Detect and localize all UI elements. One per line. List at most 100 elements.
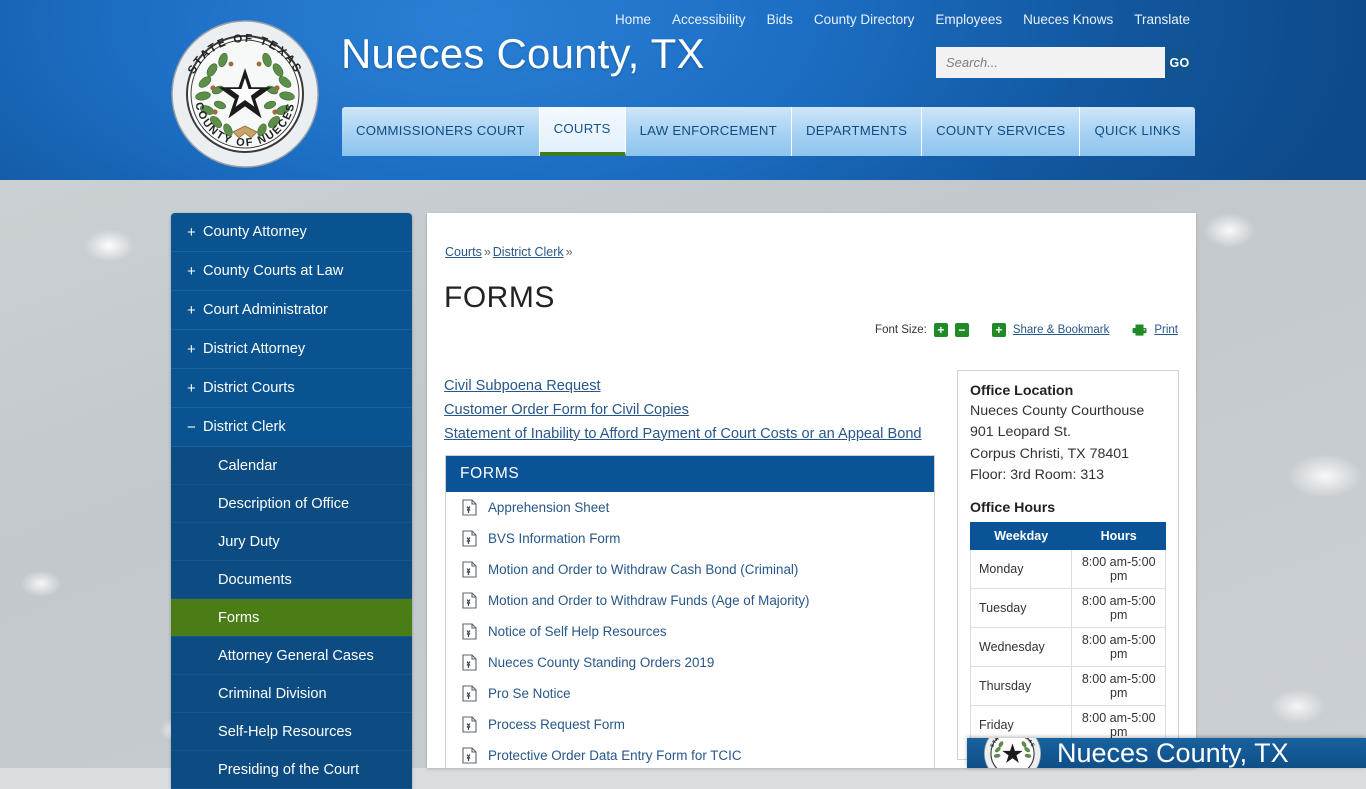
search-input[interactable]: [936, 47, 1165, 78]
sidebar-subitem-jury-duty[interactable]: Jury Duty: [171, 523, 412, 561]
sidebar-subitem-description-of-office[interactable]: Description of Office: [171, 485, 412, 523]
sidebar-subitem-self-help-resources[interactable]: Self-Help Resources: [171, 713, 412, 751]
sidebar-item-district-clerk[interactable]: − District Clerk: [171, 408, 412, 447]
sidebar-subitem-label: Jury Duty: [218, 533, 280, 550]
sidebar-subitem-attorney-general-cases[interactable]: Attorney General Cases: [171, 637, 412, 675]
form-item-label: Nueces County Standing Orders 2019: [488, 655, 715, 670]
sidebar-item-label: District Courts: [203, 380, 295, 396]
print-link[interactable]: Print: [1154, 324, 1178, 336]
office-location-line: Floor: 3rd Room: 313: [970, 466, 1105, 483]
form-item-label: Motion and Order to Withdraw Funds (Age …: [488, 593, 810, 608]
nav-tab-commissioners-court[interactable]: COMMISSIONERS COURT: [342, 107, 540, 156]
cell-weekday: Wednesday: [969, 627, 1073, 668]
sidebar-subitem-forms[interactable]: Forms: [171, 599, 412, 637]
breadcrumb-link-district-clerk[interactable]: District Clerk: [493, 245, 564, 259]
table-row: Thursday 8:00 am-5:00 pm: [969, 666, 1166, 707]
utility-nav-item-accessibility[interactable]: Accessibility: [672, 12, 746, 27]
main-navigation: COMMISSIONERS COURT COURTS LAW ENFORCEME…: [342, 107, 1195, 156]
sidebar-item-county-attorney[interactable]: + County Attorney: [171, 213, 412, 252]
office-location-line: Corpus Christi, TX 78401: [970, 445, 1130, 462]
pdf-icon: [462, 623, 477, 640]
nav-tab-quick-links[interactable]: QUICK LINKS: [1080, 107, 1195, 156]
search-area: GO: [936, 47, 1194, 78]
utility-nav-item-home[interactable]: Home: [615, 12, 651, 27]
form-list-item[interactable]: Motion and Order to Withdraw Funds (Age …: [446, 585, 934, 616]
nav-tab-law-enforcement[interactable]: LAW ENFORCEMENT: [625, 107, 792, 156]
sidebar-subitem-label: Criminal Division: [218, 685, 327, 702]
office-location-line: Nueces County Courthouse: [970, 403, 1145, 419]
doc-link-statement-of-inability[interactable]: Statement of Inability to Afford Payment…: [444, 424, 922, 446]
office-location-line: 901 Leopard St.: [970, 424, 1071, 441]
utility-nav-item-bids[interactable]: Bids: [767, 12, 793, 27]
sidebar-subitem-label: Documents: [218, 571, 292, 588]
pdf-icon: [462, 716, 477, 733]
form-item-label: Process Request Form: [488, 717, 625, 732]
sidebar-subitem-calendar[interactable]: Calendar: [171, 447, 412, 485]
forms-box: FORMS Apprehension Sheet BVS Information: [445, 455, 935, 768]
form-list-item[interactable]: Notice of Self Help Resources: [446, 616, 934, 647]
breadcrumb-link-courts[interactable]: Courts: [445, 245, 482, 259]
utility-nav-item-county-directory[interactable]: County Directory: [814, 12, 915, 27]
sidebar-item-district-attorney[interactable]: + District Attorney: [171, 330, 412, 369]
nav-tab-departments[interactable]: DEPARTMENTS: [791, 107, 923, 156]
form-list-item[interactable]: Motion and Order to Withdraw Cash Bond (…: [446, 554, 934, 585]
pdf-icon: [462, 561, 477, 578]
cell-hours: 8:00 am-5:00 pm: [1071, 588, 1166, 629]
sticky-site-header: STATE OF TEXAS Nueces County, TX: [967, 738, 1366, 768]
font-size-label: Font Size:: [875, 324, 927, 336]
nav-tab-county-services[interactable]: COUNTY SERVICES: [922, 107, 1081, 156]
office-location-card: Office Location Nueces County Courthouse…: [957, 370, 1179, 761]
cell-hours: 8:00 am-5:00 pm: [1071, 627, 1166, 668]
font-size-increase-icon[interactable]: +: [933, 323, 948, 337]
sidebar-subitem-label: Attorney General Cases: [218, 647, 374, 664]
utility-nav-item-nueces-knows[interactable]: Nueces Knows: [1023, 12, 1113, 27]
form-item-label: Protective Order Data Entry Form for TCI…: [488, 748, 742, 763]
sidebar-subitem-label: Presiding of the Court: [218, 761, 360, 778]
plus-icon: +: [187, 262, 196, 280]
sidebar-item-county-courts-at-law[interactable]: + County Courts at Law: [171, 252, 412, 291]
sidebar-subitem-presiding-of-the-court[interactable]: Presiding of the Court: [171, 751, 412, 789]
sidebar-item-district-courts[interactable]: + District Courts: [171, 369, 412, 408]
sidebar-subitem-criminal-division[interactable]: Criminal Division: [171, 675, 412, 713]
share-plus-icon[interactable]: +: [991, 323, 1006, 337]
sidebar-item-label: District Attorney: [203, 341, 306, 357]
form-list-item[interactable]: Pro Se Notice: [446, 678, 934, 709]
sidebar-item-label: District Clerk: [203, 419, 286, 435]
sidebar-navigation: + County Attorney + County Courts at Law…: [171, 213, 412, 789]
column-header-weekday: Weekday: [969, 522, 1073, 551]
site-header: STATE OF TEXAS COUNTY OF NUECES Nueces C…: [0, 0, 1366, 180]
form-list-item[interactable]: Apprehension Sheet: [446, 492, 934, 523]
utility-nav-item-employees[interactable]: Employees: [935, 12, 1002, 27]
forms-box-title: FORMS: [446, 456, 934, 492]
share-and-bookmark-link[interactable]: Share & Bookmark: [1013, 324, 1110, 336]
pdf-icon: [462, 747, 477, 764]
form-item-label: BVS Information Form: [488, 531, 621, 546]
page-tools: Font Size: + − + Share & Bookmark Print: [875, 323, 1178, 337]
breadcrumb-separator: »: [483, 245, 491, 259]
pdf-icon: [462, 654, 477, 671]
site-title: Nueces County, TX: [341, 30, 705, 77]
nav-tab-courts[interactable]: COURTS: [539, 107, 626, 156]
form-list-item[interactable]: Protective Order Data Entry Form for TCI…: [446, 740, 934, 768]
sidebar-item-court-administrator[interactable]: + Court Administrator: [171, 291, 412, 330]
cell-weekday: Monday: [969, 549, 1073, 590]
sidebar-subitem-label: Description of Office: [218, 495, 350, 512]
search-go-button[interactable]: GO: [1165, 47, 1194, 78]
doc-link-civil-subpoena-request[interactable]: Civil Subpoena Request: [444, 376, 922, 398]
pdf-icon: [462, 499, 477, 516]
info-column: Office Location Nueces County Courthouse…: [957, 370, 1179, 768]
cell-weekday: Thursday: [969, 666, 1073, 707]
font-size-decrease-icon[interactable]: −: [954, 323, 969, 337]
form-item-label: Pro Se Notice: [488, 686, 571, 701]
plus-icon: +: [187, 340, 196, 358]
form-list-item[interactable]: Process Request Form: [446, 709, 934, 740]
doc-link-customer-order-form[interactable]: Customer Order Form for Civil Copies: [444, 400, 922, 422]
county-seal-icon: STATE OF TEXAS COUNTY OF NUECES: [171, 20, 319, 168]
table-row: Wednesday 8:00 am-5:00 pm: [969, 627, 1166, 668]
table-row: Tuesday 8:00 am-5:00 pm: [969, 588, 1166, 629]
sidebar-subitem-documents[interactable]: Documents: [171, 561, 412, 599]
utility-nav-item-translate[interactable]: Translate: [1134, 12, 1190, 27]
form-list-item[interactable]: BVS Information Form: [446, 523, 934, 554]
form-list-item[interactable]: Nueces County Standing Orders 2019: [446, 647, 934, 678]
breadcrumb: Courts» District Clerk»: [445, 245, 575, 259]
